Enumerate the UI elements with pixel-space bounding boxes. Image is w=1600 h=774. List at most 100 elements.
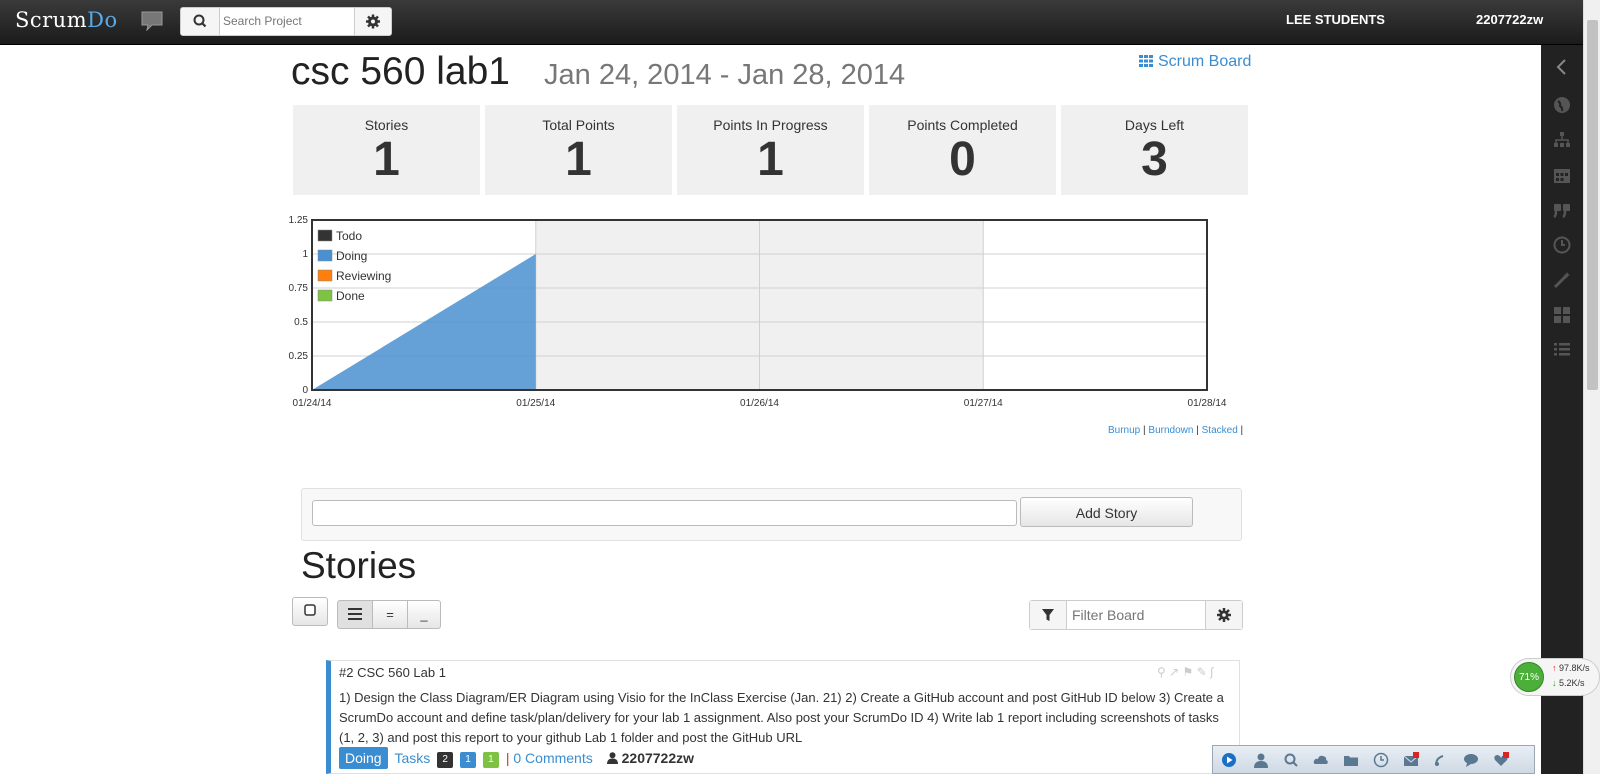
y-tick-label: 0.25 [289, 351, 309, 362]
chat-icon[interactable] [140, 11, 164, 31]
chat-bubble-icon[interactable] [1463, 752, 1479, 768]
new-story-input[interactable] [312, 500, 1017, 526]
footer-divider: | [505, 750, 510, 766]
story-description: 1) Design the Class Diagram/ER Diagram u… [339, 690, 1224, 745]
select-all-checkbox[interactable] [292, 597, 328, 626]
story-actions: ⚲ ↗ ⚑ ✎ ∫ [1157, 665, 1213, 679]
burndown-link[interactable]: Burndown [1148, 425, 1193, 436]
globe-icon[interactable] [1553, 96, 1571, 114]
legend-label: Doing [336, 249, 367, 263]
page-title: csc 560 lab1 [291, 50, 510, 93]
chevron-left-icon[interactable] [1553, 58, 1571, 76]
iteration-date-range: Jan 24, 2014 - Jan 28, 2014 [544, 59, 906, 91]
comments-link[interactable]: 0 Comments [513, 750, 592, 766]
x-tick-label: 01/25/14 [516, 398, 555, 409]
view-compact-button[interactable]: = [372, 600, 408, 629]
upload-speed: ↑ 97.8K/s [1552, 663, 1590, 673]
stat-label: Total Points [542, 117, 615, 133]
attachment-icon[interactable]: ∫ [1210, 665, 1213, 679]
y-tick-label: 1.25 [289, 215, 309, 226]
legend-swatch [317, 289, 333, 302]
network-speed-widget[interactable]: 71% ↑ 97.8K/s ↓ 5.2K/s [1510, 658, 1600, 696]
folder-icon[interactable] [1343, 752, 1359, 768]
play-icon[interactable] [1221, 752, 1237, 768]
view-minimal-button[interactable]: _ [407, 600, 441, 629]
stat-label: Days Left [1124, 117, 1185, 133]
organization-name[interactable]: LEE STUDENTS [1286, 12, 1385, 27]
grid-icon [1139, 55, 1153, 67]
x-tick-label: 01/24/14 [293, 398, 332, 409]
clock-icon[interactable] [1553, 236, 1571, 254]
story-title[interactable]: #2 CSC 560 Lab 1 [339, 665, 446, 680]
burnup-chart: 0 0.25 0.5 0.75 1 1.25 01/24/14 01/25/14 01/26/1… [289, 215, 1227, 409]
burnup-link[interactable]: Burnup [1108, 425, 1140, 436]
network-usage-percent: 71% [1514, 662, 1544, 692]
story-card[interactable]: #2 CSC 560 Lab 1 ⚲ ↗ ⚑ ✎ ∫ 1) Design the… [326, 660, 1240, 774]
y-tick-label: 0.5 [294, 317, 308, 328]
legend-swatch [317, 269, 333, 282]
legend-label: Todo [336, 229, 362, 243]
scrum-board-label: Scrum Board [1158, 53, 1252, 70]
cloud-icon[interactable] [1313, 752, 1329, 768]
logo-accent-text: Do [87, 8, 118, 32]
legend-label: Reviewing [336, 269, 391, 283]
task-count-todo: 2 [437, 752, 454, 768]
x-tick-label: 01/27/14 [964, 398, 1003, 409]
calendar-icon[interactable] [1553, 166, 1571, 184]
user-menu[interactable]: 2207722zw [1476, 12, 1543, 27]
top-navbar: ScrumDo LEE STUDENTS 2207722zw [0, 0, 1600, 45]
legend-swatch [317, 249, 333, 262]
search-icon[interactable] [1283, 752, 1299, 768]
magic-wand-icon[interactable] [1553, 271, 1571, 289]
checkbox-icon [304, 604, 316, 616]
satellite-icon[interactable] [1433, 752, 1449, 768]
add-story-button[interactable]: Add Story [1020, 497, 1193, 527]
scrollbar-thumb[interactable] [1587, 20, 1598, 390]
owner-name: 2207722zw [621, 750, 695, 766]
view-full-button[interactable] [337, 600, 373, 629]
tasks-link[interactable]: Tasks [394, 750, 430, 766]
story-footer: Doing Tasks 2 1 1 | 0 Comments 2207722zw [339, 747, 694, 769]
x-tick-label: 01/26/14 [740, 398, 779, 409]
task-count-done: 1 [482, 752, 499, 768]
filter-icon[interactable] [1030, 601, 1067, 629]
list-icon [348, 608, 362, 620]
edit-icon[interactable]: ✎ [1197, 665, 1207, 679]
chart-band [759, 220, 984, 390]
status-badge[interactable]: Doing [339, 747, 388, 769]
stat-days-left: Days Left 3 [1061, 105, 1248, 195]
org-chart-icon[interactable] [1553, 131, 1571, 149]
zoom-icon[interactable]: ⚲ [1157, 665, 1166, 679]
gear-icon[interactable] [354, 8, 391, 35]
stat-label: Points In Progress [713, 117, 828, 133]
stacked-link[interactable]: Stacked [1202, 425, 1238, 436]
upload-speed-value: 97.8K/s [1559, 663, 1590, 673]
down-arrow-icon: ↓ [1552, 678, 1557, 688]
search-icon[interactable] [181, 8, 220, 35]
share-icon[interactable]: ↗ [1169, 665, 1179, 679]
tag-icon[interactable]: ⚑ [1183, 665, 1194, 679]
mail-icon[interactable] [1403, 752, 1419, 768]
stat-points-in-progress: Points In Progress 1 [677, 105, 864, 195]
clock-icon[interactable] [1373, 752, 1389, 768]
filter-input[interactable] [1072, 606, 1200, 624]
scrum-board-link[interactable]: Scrum Board [1139, 53, 1251, 71]
stat-value: 1 [565, 133, 592, 186]
system-tray-toolbar [1212, 745, 1535, 774]
task-count-doing: 1 [460, 752, 477, 768]
list-view-icon[interactable] [1553, 341, 1571, 359]
filter-board [1029, 600, 1243, 630]
stat-stories: Stories 1 [293, 105, 480, 195]
add-story-panel: Add Story [301, 488, 1242, 541]
user-icon[interactable] [1253, 752, 1269, 768]
grid-view-icon[interactable] [1553, 306, 1571, 324]
story-owner: 2207722zw [606, 750, 695, 766]
scrumdo-logo[interactable]: ScrumDo [15, 8, 118, 32]
y-tick-label: 0 [302, 385, 308, 396]
quote-icon[interactable] [1553, 201, 1571, 219]
stat-value: 1 [757, 133, 784, 186]
filter-settings-gear-icon[interactable] [1205, 601, 1242, 629]
up-arrow-icon: ↑ [1552, 663, 1557, 673]
search-input[interactable] [223, 12, 351, 30]
heart-alert-icon[interactable] [1493, 752, 1509, 768]
